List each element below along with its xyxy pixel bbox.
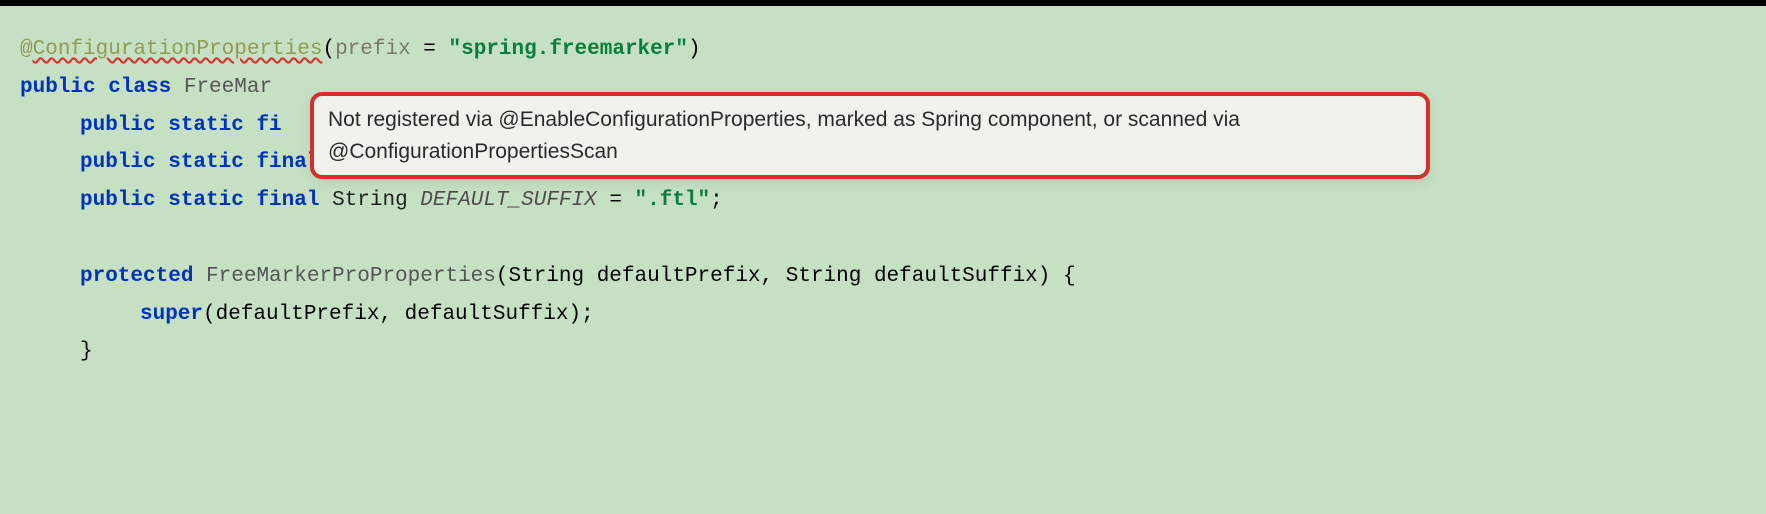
keyword-super: super <box>140 303 203 326</box>
code-line: } <box>20 333 1746 371</box>
keyword-class: class <box>96 76 184 99</box>
class-name: FreeMar <box>184 76 272 99</box>
equals: = <box>597 189 635 212</box>
constructor-params: (String defaultPrefix, String defaultSuf… <box>496 265 1076 288</box>
keyword-static: static <box>156 151 257 174</box>
keyword-static: static <box>156 114 257 137</box>
code-editor[interactable]: @ConfigurationProperties(prefix = "sprin… <box>0 0 1766 514</box>
super-args: (defaultPrefix, defaultSuffix); <box>203 303 594 326</box>
string-literal: ".ftl" <box>635 189 711 212</box>
code-line: protected FreeMarkerProProperties(String… <box>20 258 1746 296</box>
keyword-fi: fi <box>256 114 281 137</box>
code-line: @ConfigurationProperties(prefix = "sprin… <box>20 31 1746 69</box>
keyword-public: public <box>80 189 156 212</box>
annotation-name: ConfigurationProperties <box>33 38 323 61</box>
semicolon: ; <box>710 189 723 212</box>
string-literal: "spring.freemarker" <box>449 38 688 61</box>
code-line: super(defaultPrefix, defaultSuffix); <box>20 296 1746 334</box>
type-string: String <box>332 189 408 212</box>
code-line: public static final String DEFAULT_SUFFI… <box>20 182 1746 220</box>
keyword-final: final <box>256 189 319 212</box>
space <box>319 189 332 212</box>
blank-line <box>20 220 1746 258</box>
constructor-name: FreeMarkerProProperties <box>206 265 496 288</box>
inspection-tooltip[interactable]: Not registered via @EnableConfigurationP… <box>310 92 1430 179</box>
attr-name: prefix <box>335 38 411 61</box>
keyword-public: public <box>20 76 96 99</box>
field-name: DEFAULT_SUFFIX <box>408 189 597 212</box>
keyword-protected: protected <box>80 265 193 288</box>
tooltip-text: Not registered via @EnableConfigurationP… <box>328 108 1240 163</box>
keyword-public: public <box>80 114 156 137</box>
annotation-at: @ <box>20 38 33 61</box>
paren-open: ( <box>322 38 335 61</box>
equals: = <box>411 38 449 61</box>
keyword-public: public <box>80 151 156 174</box>
brace-close: } <box>80 340 93 363</box>
space <box>193 265 206 288</box>
keyword-static: static <box>156 189 257 212</box>
paren-close: ) <box>688 38 701 61</box>
